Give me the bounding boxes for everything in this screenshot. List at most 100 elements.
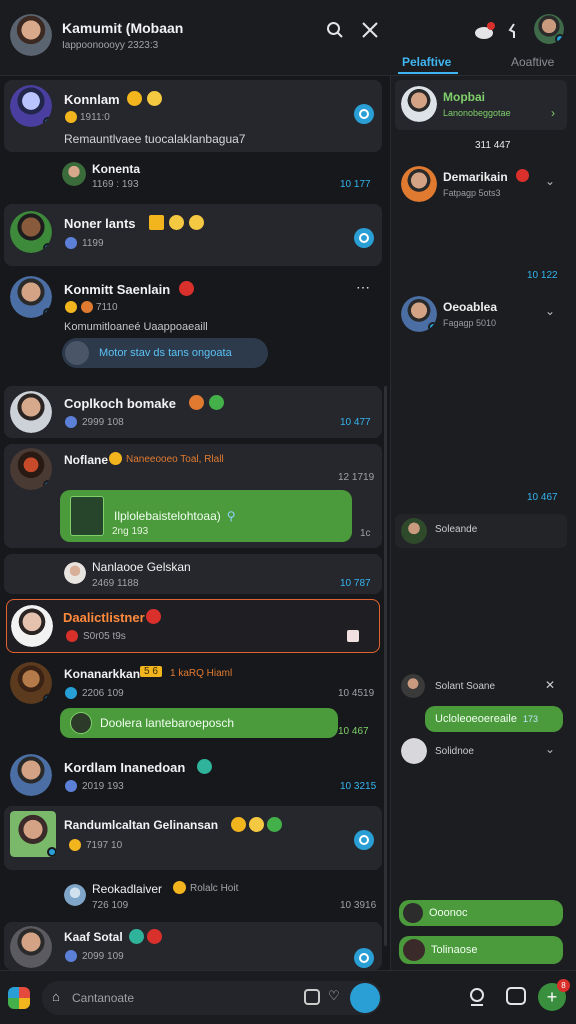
right-item[interactable]: Soleande <box>395 514 567 548</box>
chat-name: Kaaf Sotal <box>64 930 123 944</box>
avatar <box>70 712 92 734</box>
notification-icon[interactable] <box>474 22 496 43</box>
right-item[interactable]: Solant Soane ✕ <box>395 672 567 700</box>
chat-name: Konenta <box>92 162 140 176</box>
read-status-icon <box>354 104 374 124</box>
emoji-icon <box>65 416 77 428</box>
sticker-icon[interactable] <box>304 989 320 1005</box>
right-message-bubble[interactable]: Ucloleoeoereaile 173 <box>425 706 563 732</box>
chevron-right-icon: › <box>551 106 555 120</box>
chat-item[interactable]: Reokadlaiver Rolalc Hoit 726 109 10 3916 <box>4 876 382 916</box>
emoji-icon <box>231 817 246 832</box>
chevron-down-icon[interactable]: ⌄ <box>545 174 555 188</box>
chat-item[interactable]: Randumlcaltan Gelinansan 7197 10 <box>4 806 382 870</box>
bubble-text: Doolera lantebaroeposch <box>100 716 235 730</box>
header-title: Kamumit (Mobaan <box>62 20 184 36</box>
chat-item[interactable]: Konenta 1169 : 193 10 177 <box>4 156 382 196</box>
send-button[interactable] <box>350 983 380 1013</box>
chat-item[interactable]: Konanarkkan 5 6 1 kaRQ Hiaml 2206 109 10… <box>4 658 382 758</box>
chat-item[interactable]: Noflane Naneeooeo Toal, Rlall 12 1719 Il… <box>4 444 382 548</box>
bubble-meta: 10 467 <box>338 726 369 737</box>
message-bubble[interactable]: Ilplolebaistelohtoaa) ⚲ <box>60 490 352 542</box>
chat-item[interactable]: Coplkoch bomake 2999 108 10 477 <box>4 386 382 438</box>
emoji-icon <box>147 929 162 944</box>
chat-tag: 1 kaRQ Hiaml <box>170 668 233 679</box>
emoji-icon <box>169 215 184 230</box>
message-input[interactable]: ⌂ Cantanoate ♡ <box>42 981 382 1015</box>
chat-item[interactable]: Noner lants 1199 <box>4 204 382 266</box>
right-item-highlight[interactable]: Mopbai Lanonobeggotae › <box>395 80 567 130</box>
account-avatar[interactable] <box>534 14 564 44</box>
right-item-name: Oeoablea <box>443 300 498 314</box>
more-options-icon[interactable]: ⋯ <box>356 278 370 296</box>
chat-tag: Rolalc Hoit <box>190 883 239 894</box>
search-icon[interactable] <box>468 987 488 1012</box>
chat-name: Reokadlaiver <box>92 882 163 896</box>
avatar <box>10 754 52 796</box>
chat-app: Kamumit (Mobaan Iappoonoooyy 2323:3 Pela… <box>0 0 576 1024</box>
chat-subtitle: 2206 109 <box>82 688 124 699</box>
attach-icon[interactable]: ⌂ <box>52 989 60 1004</box>
avatar <box>403 939 425 961</box>
chat-name: Noner lants <box>64 216 136 231</box>
chevron-down-icon[interactable]: ⌄ <box>545 304 555 318</box>
right-message-bubble[interactable]: Tolinaose <box>399 936 563 964</box>
right-item-name: Mopbai <box>443 90 485 104</box>
scrollbar[interactable] <box>384 386 387 946</box>
new-chat-button[interactable]: + 8 <box>538 979 570 1011</box>
profile-avatar[interactable] <box>10 14 52 56</box>
chat-item[interactable]: Nanlaooe Gelskan 2469 1188 10 787 <box>4 554 382 594</box>
emoji-icon <box>81 301 93 313</box>
emoji-icon <box>179 281 194 296</box>
close-icon[interactable] <box>361 21 379 42</box>
emoji-icon <box>109 452 122 465</box>
right-item-subtitle: Fatpagp 5ots3 <box>443 188 501 198</box>
avatar <box>10 276 52 318</box>
emoji-icon <box>129 929 144 944</box>
chat-subtitle: 2999 108 <box>82 417 124 428</box>
chat-time: 10 4519 <box>338 688 375 699</box>
chat-item[interactable]: Kordlam Inanedoan 2019 193 10 3215 <box>4 750 382 802</box>
right-item[interactable]: Solidnoe ⌄ <box>395 736 567 766</box>
heart-icon[interactable]: ♡ <box>328 988 340 1004</box>
online-indicator <box>555 34 564 44</box>
right-item[interactable]: Demarikain Fatpagp 5ots3 ⌄ 10 122 <box>395 162 567 282</box>
right-item[interactable]: Oeoablea Fagagp 5010 ⌄ 10 467 <box>395 292 567 503</box>
emoji-icon <box>189 215 204 230</box>
link-pill-label: Motor stav ds tans ongoata <box>99 347 232 359</box>
bubble-meta: 1c <box>360 528 371 539</box>
call-icon[interactable] <box>506 22 518 43</box>
camera-icon[interactable] <box>506 987 526 1005</box>
chat-item[interactable]: Konnlam 1911:0 Remauntlvaee tuocalaklanb… <box>4 80 382 152</box>
message-input-placeholder: Cantanoate <box>72 991 135 1005</box>
search-icon[interactable] <box>326 21 344 42</box>
emoji-icon <box>65 237 77 249</box>
chat-subtitle: S0r05 t9s <box>83 631 126 642</box>
chat-item-selected[interactable]: Daalictlistner S0r05 t9s <box>6 599 380 653</box>
new-chat-label: + <box>546 986 558 1007</box>
right-item-subtitle: Fagagp 5010 <box>443 318 497 328</box>
right-item-name: Solidnoe <box>435 746 474 757</box>
emoji-icon <box>65 780 77 792</box>
chat-item[interactable]: Konmitt Saenlain ⋯ 7110 Komumitloaneé Ua… <box>4 272 382 380</box>
chat-subtitle: 1169 : 193 <box>92 179 139 190</box>
link-pill[interactable]: Motor stav ds tans ongoata <box>62 338 268 368</box>
image-thumbnail-icon <box>70 496 104 536</box>
message-bubble[interactable]: Doolera lantebaroeposch <box>60 708 338 738</box>
tab-relative[interactable]: Pelaftive <box>402 55 451 69</box>
tab-relative-underline <box>398 72 458 74</box>
emoji-icon <box>65 301 77 313</box>
right-panel: Mopbai Lanonobeggotae › 311 447 Demarika… <box>390 76 576 970</box>
right-message-bubble[interactable]: Ooonoc <box>399 900 563 926</box>
app-logo-icon[interactable] <box>8 987 30 1009</box>
chat-name: Konanarkkan <box>64 667 141 681</box>
chevron-down-icon[interactable]: ⌄ <box>545 742 555 756</box>
emoji-icon <box>267 817 282 832</box>
chat-item[interactable]: Kaaf Sotal 2099 109 <box>4 922 382 970</box>
emoji-icon <box>189 395 204 410</box>
avatar <box>10 662 52 704</box>
bubble-text: Ilplolebaistelohtoaa) <box>114 509 221 523</box>
bubble-text: Ucloleoeoereaile <box>435 713 517 725</box>
tab-active[interactable]: Aoaftive <box>511 55 554 69</box>
close-icon[interactable]: ✕ <box>545 678 555 692</box>
